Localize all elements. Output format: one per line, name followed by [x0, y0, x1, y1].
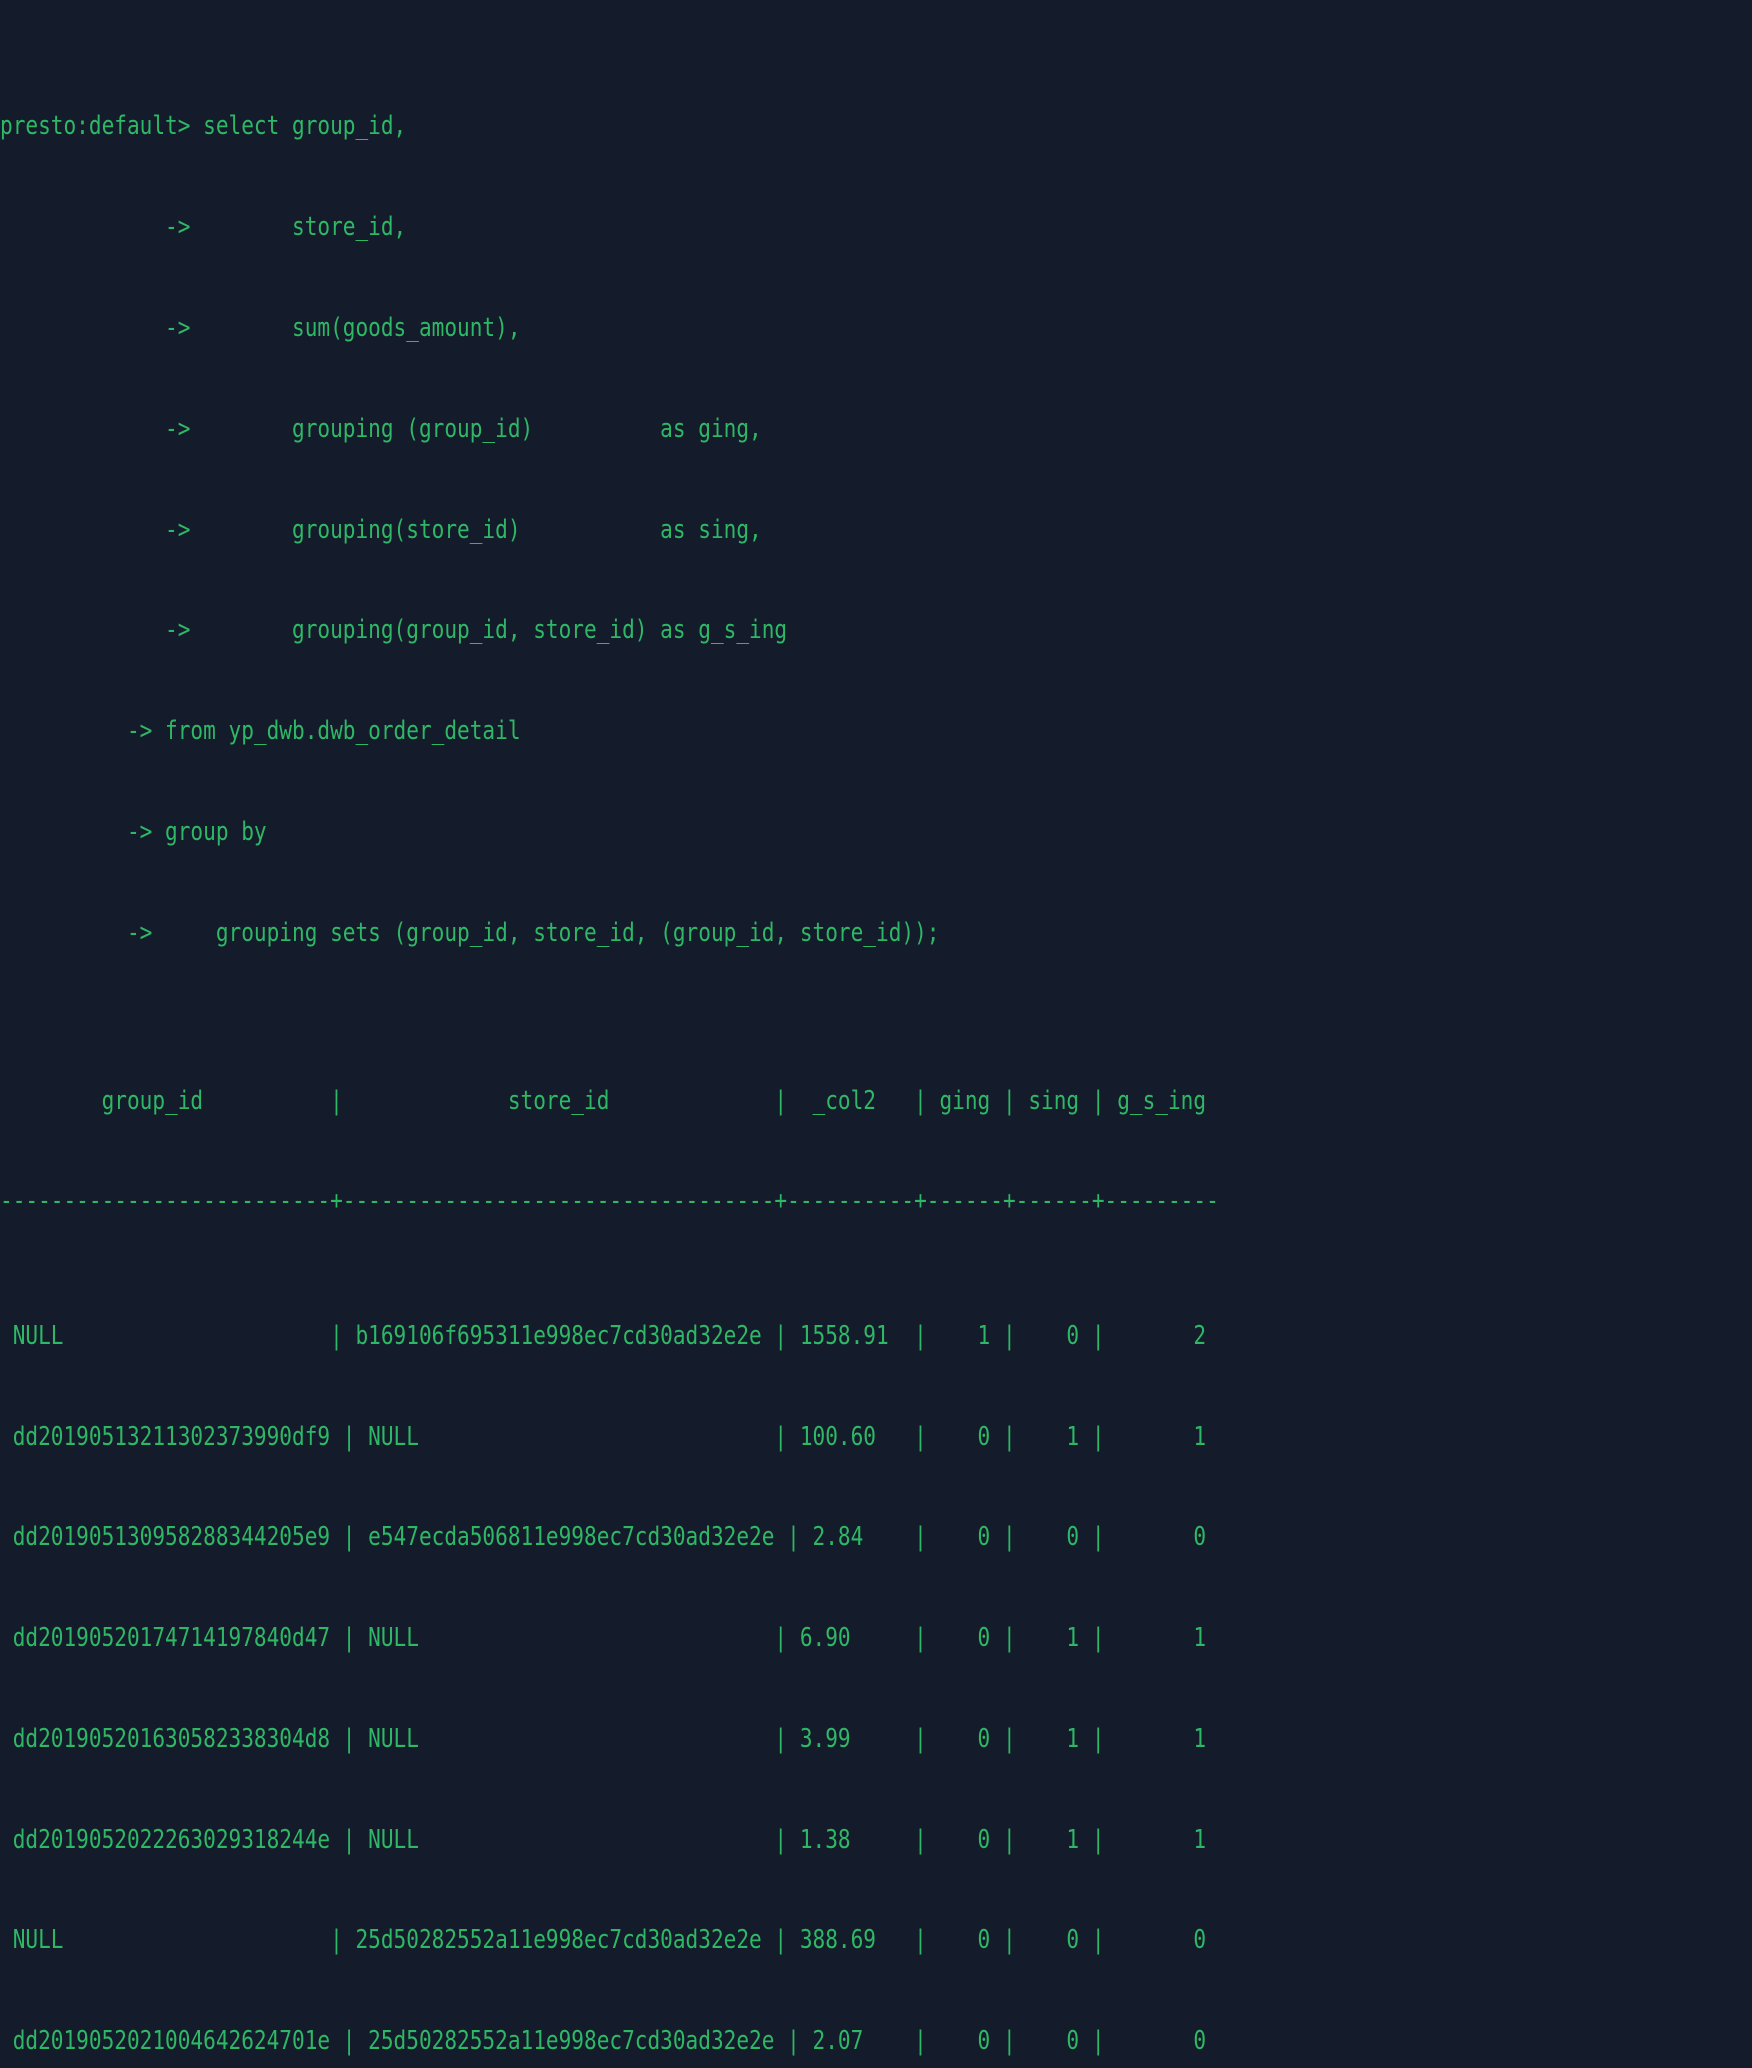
terminal-window[interactable]: presto:default> select group_id, -> stor…: [0, 0, 1752, 2056]
terminal-line-continuation-group-by: -> group by: [0, 816, 267, 847]
table-row: dd201905201630582338304d8 | NULL | 3.99 …: [0, 1723, 1207, 1754]
terminal-screen-buffer: presto:default> select group_id, -> stor…: [0, 0, 1752, 2068]
table-row: dd2019052021004642624701e | 25d50282552a…: [0, 2026, 1207, 2057]
table-row: dd201905130958288344205e9 | e547ecda5068…: [0, 1522, 1207, 1553]
terminal-line-continuation-from: -> from yp_dwb.dwb_order_detail: [0, 716, 521, 747]
terminal-line-continuation-grouping-gsing: -> grouping(group_id, store_id) as g_s_i…: [0, 615, 788, 646]
table-row: dd20190513211302373990df9 | NULL | 100.6…: [0, 1421, 1207, 1452]
table-row: dd20190520174714197840d47 | NULL | 6.90 …: [0, 1623, 1207, 1654]
result-table-header: group_id | store_id | _col2 | ging | sin…: [0, 1085, 1207, 1116]
terminal-line-prompt-select: presto:default> select group_id,: [0, 111, 407, 142]
result-table-separator: --------------------------+-------------…: [0, 1186, 1219, 1217]
terminal-line-continuation-grouping-sets: -> grouping sets (group_id, store_id, (g…: [0, 917, 940, 948]
table-row: dd2019052022263029318244e | NULL | 1.38 …: [0, 1824, 1207, 1855]
terminal-line-continuation-grouping-ging: -> grouping (group_id) as ging,: [0, 413, 762, 444]
table-row: NULL | 25d50282552a11e998ec7cd30ad32e2e …: [0, 1925, 1207, 1956]
terminal-line-continuation-sum: -> sum(goods_amount),: [0, 312, 521, 343]
terminal-line-continuation-store-id: -> store_id,: [0, 212, 407, 243]
terminal-line-continuation-grouping-sing: -> grouping(store_id) as sing,: [0, 514, 762, 545]
table-row: NULL | b169106f695311e998ec7cd30ad32e2e …: [0, 1320, 1207, 1351]
